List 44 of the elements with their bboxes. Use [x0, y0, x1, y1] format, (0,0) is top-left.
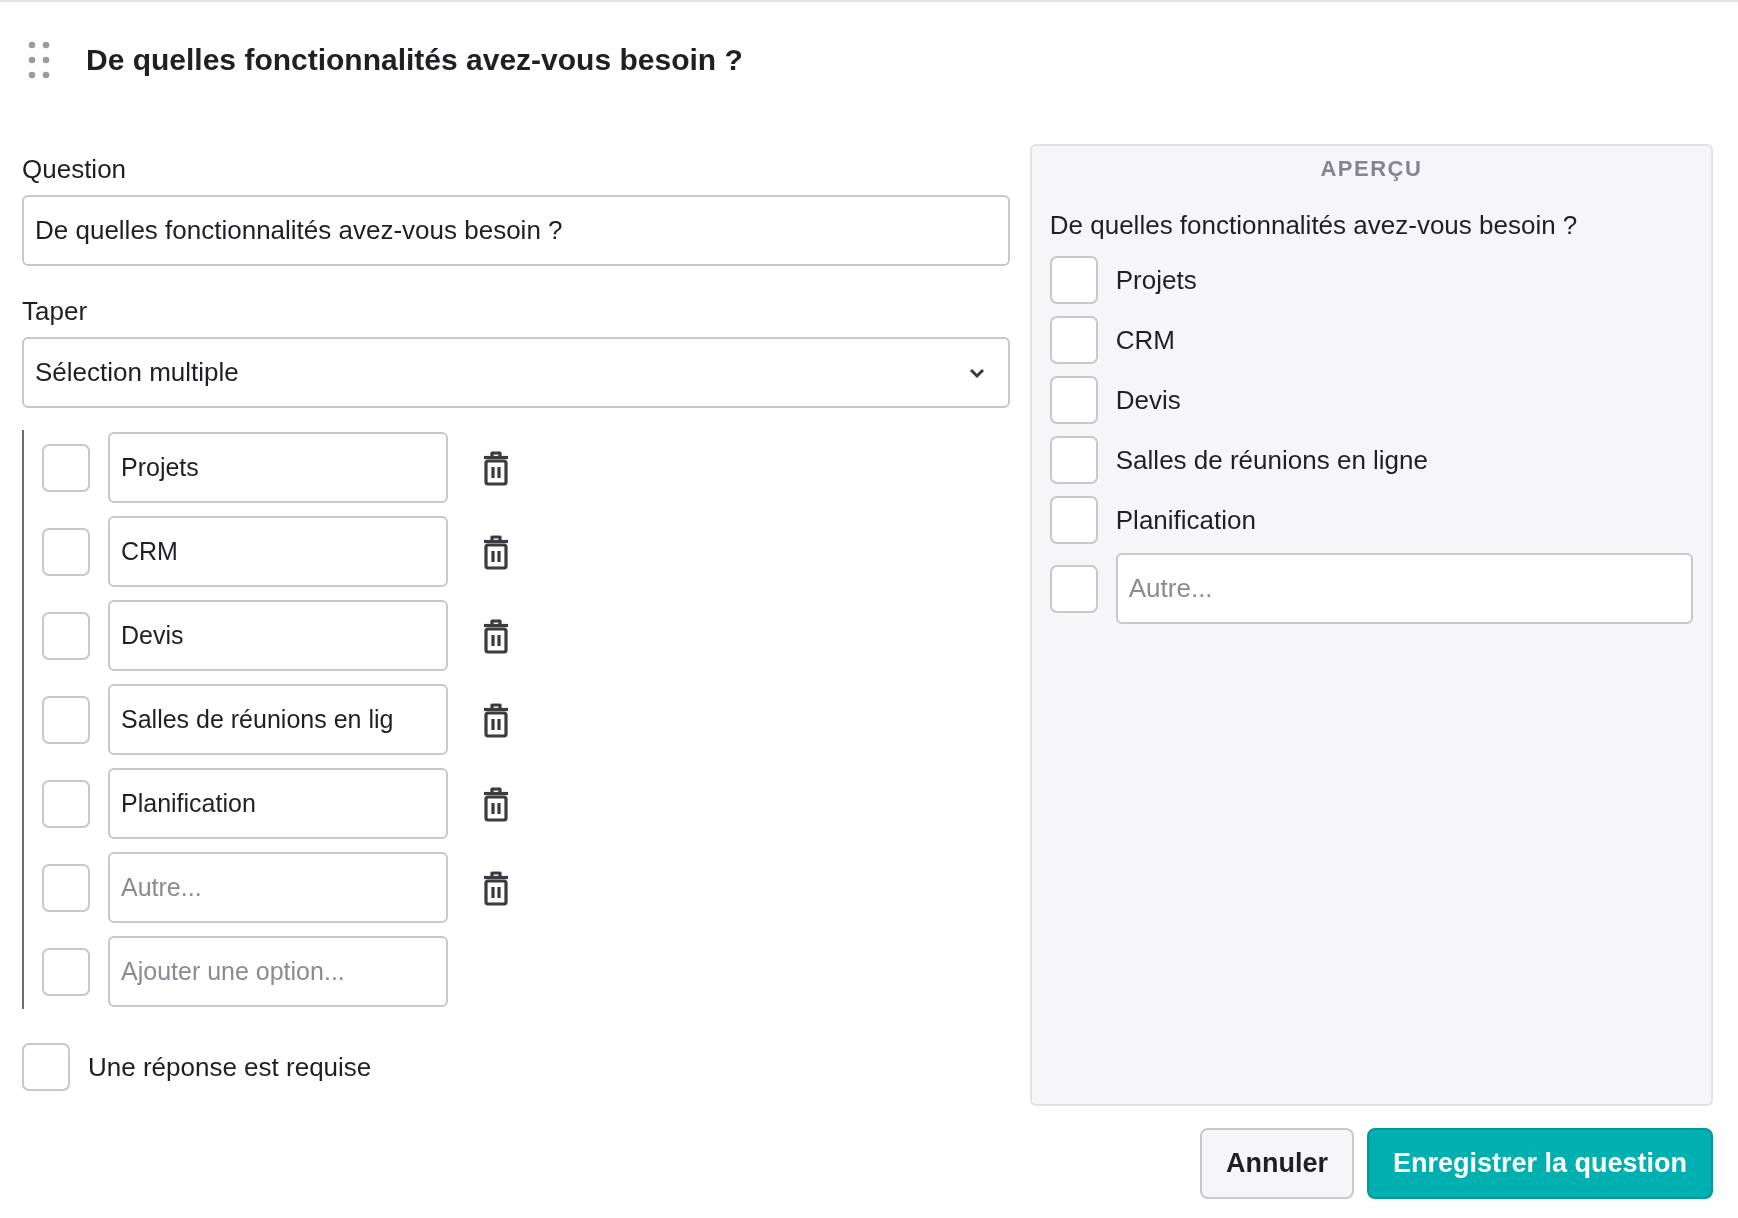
choice-label: Salles de réunions en ligne: [1115, 444, 1428, 476]
question-field[interactable]: De quelles fonctionnalités avez-vous besoin ?: [22, 195, 1010, 266]
checkbox[interactable]: [42, 443, 90, 492]
chevron-down-icon: [967, 366, 986, 379]
preview-heading: APERÇU: [1319, 156, 1424, 182]
checkbox[interactable]: [1049, 256, 1098, 304]
checkbox[interactable]: [1049, 564, 1098, 613]
checkbox[interactable]: [1049, 496, 1098, 544]
trash-icon[interactable]: [482, 533, 510, 570]
option-field[interactable]: Ajouter une option...: [108, 936, 448, 1007]
cancel-button[interactable]: Annuler: [1199, 1128, 1354, 1199]
checkbox[interactable]: [1049, 376, 1098, 424]
trash-icon[interactable]: [482, 701, 510, 738]
checkbox-label: Une réponse est requise: [88, 1051, 372, 1083]
choice-label: Projets: [1115, 264, 1197, 296]
checkbox[interactable]: [1049, 436, 1098, 484]
preview-question: De quelles fonctionnalités avez-vous besoin ?: [1049, 210, 1579, 241]
checkbox[interactable]: [42, 779, 90, 828]
checkbox[interactable]: [42, 527, 90, 576]
choice-label: CRM: [1115, 324, 1175, 356]
checkbox[interactable]: [42, 863, 90, 912]
trash-icon[interactable]: [482, 869, 510, 906]
option-field[interactable]: Devis: [108, 600, 448, 671]
field-label: Question: [22, 154, 128, 185]
option-field[interactable]: Autre...: [108, 852, 448, 923]
checkbox[interactable]: [22, 1043, 70, 1091]
trash-icon[interactable]: [482, 785, 510, 822]
other-field[interactable]: Autre...: [1115, 553, 1693, 624]
option-field[interactable]: CRM: [108, 516, 448, 587]
trash-icon[interactable]: [482, 617, 510, 654]
checkbox[interactable]: [42, 947, 90, 996]
option-field[interactable]: Projets: [108, 432, 448, 503]
trash-icon[interactable]: [482, 449, 510, 486]
option-field[interactable]: Planification: [108, 768, 448, 839]
type-dropdown[interactable]: Sélection multiple: [22, 337, 1010, 408]
field-label: Taper: [22, 296, 89, 327]
checkbox[interactable]: [1049, 316, 1098, 364]
drag-handle-icon[interactable]: [28, 41, 50, 79]
dialog-title: De quelles fonctionnalités avez-vous besoin ?: [86, 43, 743, 77]
choice-label: Planification: [1115, 504, 1256, 536]
option-field[interactable]: Salles de réunions en lig: [108, 684, 448, 755]
choice-label: Devis: [1115, 384, 1181, 416]
checkbox[interactable]: [42, 611, 90, 660]
checkbox[interactable]: [42, 695, 90, 744]
